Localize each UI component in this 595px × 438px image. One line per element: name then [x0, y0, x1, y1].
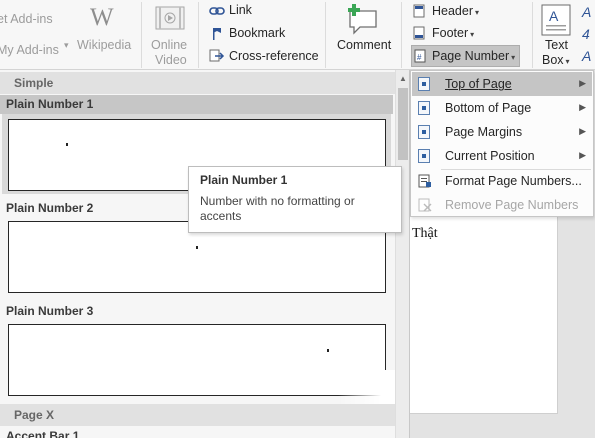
chevron-down-icon: ▾ [475, 8, 480, 17]
chevron-down-icon: ▾ [565, 57, 570, 66]
header-button[interactable]: Header ▾ [432, 4, 479, 18]
menu-item-page-margins[interactable]: Page Margins ▶ [412, 120, 592, 144]
quick-parts-icon[interactable]: A [582, 4, 591, 20]
gallery-category-label: Page X [14, 408, 55, 422]
gallery-tooltip: Plain Number 1 Number with no formatting… [188, 166, 402, 233]
cross-reference-button[interactable]: Cross-reference [229, 49, 319, 63]
page-number-icon [418, 149, 430, 163]
format-page-numbers-icon [418, 174, 432, 191]
page-number-marker [66, 143, 68, 146]
svg-text:#: # [417, 53, 422, 62]
text-box-icon[interactable]: A [541, 4, 571, 39]
submenu-arrow-icon: ▶ [579, 150, 586, 160]
online-video-label-1[interactable]: Online [151, 38, 187, 52]
menu-item-bottom-of-page[interactable]: Bottom of Page ▶ [412, 96, 592, 120]
comment-button[interactable]: Comment [337, 38, 391, 52]
page-number-marker [196, 246, 198, 249]
page-number-button-label: Page Number [432, 49, 510, 63]
online-video-icon[interactable] [155, 5, 185, 34]
page-number-icon [418, 101, 430, 115]
text-box-label-1[interactable]: Text [545, 38, 568, 52]
menu-item-current-position[interactable]: Current Position ▶ [412, 144, 592, 168]
footer-icon[interactable] [413, 26, 425, 43]
menu-item-remove-page-numbers[interactable]: Remove Page Numbers [412, 193, 592, 217]
gallery-item-plain-number-3[interactable] [8, 324, 386, 396]
scroll-up-icon[interactable]: ▲ [399, 74, 407, 83]
menu-item-label: Current Position [445, 149, 535, 163]
gallery-category-label: Simple [14, 76, 54, 90]
ribbon-separator [141, 2, 142, 68]
menu-item-top-of-page[interactable]: Top of Page ▶ [412, 72, 592, 96]
gallery-item-label: Plain Number 1 [6, 97, 94, 111]
header-icon[interactable] [413, 4, 425, 21]
submenu-arrow-icon: ▶ [579, 102, 586, 112]
menu-item-label: Remove Page Numbers [445, 198, 579, 212]
get-addins-button[interactable]: et Add-ins [0, 12, 53, 26]
page-number-icon: # [414, 49, 426, 66]
menu-item-label: Format Page Numbers... [445, 174, 582, 188]
scrollbar-thumb[interactable] [398, 88, 408, 160]
svg-text:A: A [549, 8, 559, 24]
comment-icon[interactable] [346, 3, 380, 38]
header-button-label: Header [432, 4, 473, 18]
ribbon-separator [532, 2, 533, 68]
my-addins-button[interactable]: My Add-ins [0, 43, 59, 57]
gallery-item-label: Accent Bar 1 [6, 429, 80, 438]
ribbon-separator [401, 2, 402, 68]
footer-button[interactable]: Footer ▾ [432, 26, 474, 40]
bookmark-button[interactable]: Bookmark [229, 26, 285, 40]
my-addins-dropdown-icon[interactable]: ▾ [64, 40, 69, 51]
tooltip-description: Number with no formatting or accents [200, 194, 355, 223]
tooltip-title: Plain Number 1 [200, 173, 288, 187]
gallery-item-label: Plain Number 3 [6, 304, 94, 318]
page-number-button-text: Page Number ▾ [432, 49, 515, 63]
menu-item-label: Bottom of Page [445, 101, 532, 115]
gallery-scrollbar[interactable]: ▲ [395, 70, 409, 438]
menu-item-label: Page Margins [445, 125, 523, 139]
submenu-arrow-icon: ▶ [579, 78, 586, 88]
page-number-gallery: Simple Plain Number 1 Plain Number 2 Pla… [0, 70, 410, 438]
page-number-menu: Top of Page ▶ Bottom of Page ▶ Page Marg… [410, 70, 594, 217]
ribbon-separator [198, 2, 199, 68]
wikipedia-icon[interactable]: W [90, 4, 114, 32]
wordart-icon[interactable]: 4 [582, 26, 590, 42]
page-number-icon [418, 77, 430, 91]
ribbon-separator [325, 2, 326, 68]
online-video-label-2[interactable]: Video [155, 53, 187, 67]
text-box-label-2-text: Box [542, 53, 564, 67]
remove-page-numbers-icon [418, 198, 432, 215]
menu-item-label: Top of Page [445, 77, 512, 91]
chevron-down-icon: ▾ [470, 30, 475, 39]
page-number-icon [418, 125, 430, 139]
submenu-arrow-icon: ▶ [579, 126, 586, 136]
gallery-item-label: Plain Number 2 [6, 201, 94, 215]
cross-reference-icon[interactable] [209, 49, 225, 66]
drop-cap-icon[interactable]: A [582, 48, 591, 64]
link-icon[interactable] [209, 5, 225, 20]
link-button[interactable]: Link [229, 3, 252, 17]
bookmark-icon[interactable] [211, 27, 223, 44]
wikipedia-button[interactable]: Wikipedia [77, 38, 131, 52]
chevron-down-icon: ▾ [511, 53, 516, 62]
footer-button-label: Footer [432, 26, 469, 40]
page-number-marker [327, 349, 329, 352]
text-box-label-2[interactable]: Box ▾ [542, 53, 570, 67]
menu-item-format-page-numbers[interactable]: Format Page Numbers... [412, 169, 592, 193]
document-text: Thật [412, 226, 438, 241]
gallery-category-page-x: Page X [0, 404, 395, 426]
gallery-category-simple: Simple [0, 72, 395, 94]
ribbon: et Add-ins My Add-ins ▾ W Wikipedia Onli… [0, 0, 595, 70]
